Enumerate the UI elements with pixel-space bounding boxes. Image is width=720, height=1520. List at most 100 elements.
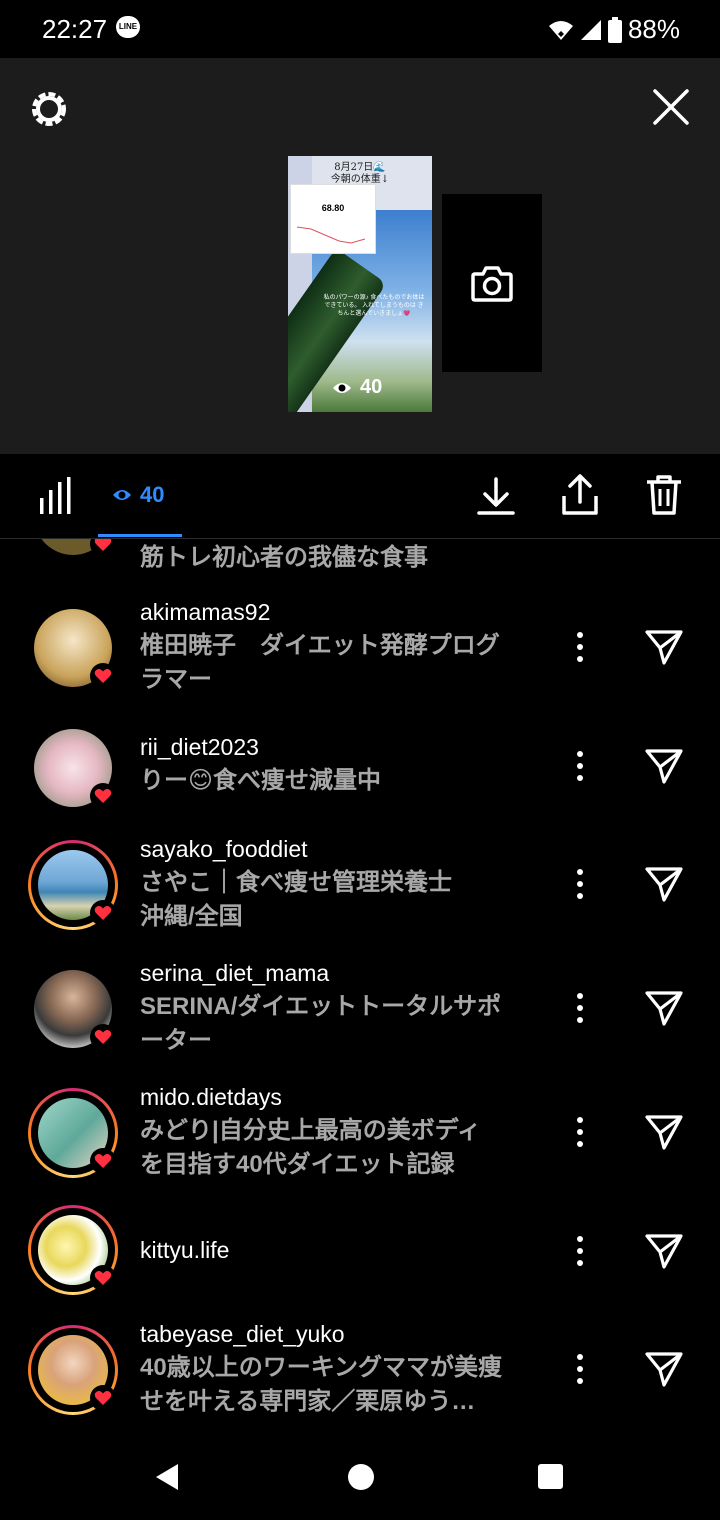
paper-plane-icon <box>645 991 683 1026</box>
list-item[interactable]: akimamas92 椎田暁子 ダイエット発酵プログラマー <box>0 599 720 709</box>
avatar[interactable] <box>28 1325 118 1415</box>
system-icons: 88% <box>548 14 680 45</box>
send-message-button[interactable] <box>644 988 684 1028</box>
send-message-button[interactable] <box>644 1231 684 1271</box>
viewer-fullname: 椎田暁子 ダイエット発酵プログラマー <box>140 632 500 693</box>
viewer-username[interactable]: sayako_fooddiet <box>140 836 308 863</box>
bar-chart-icon <box>40 477 71 514</box>
more-vertical-icon <box>577 1354 583 1384</box>
list-item[interactable]: mido.dietdays みどり|自分史上最高の美ボディを目指す40代ダイエッ… <box>0 1084 720 1194</box>
like-heart-badge <box>90 1148 116 1174</box>
more-options-button[interactable] <box>570 866 590 902</box>
story-action-bar: 40 <box>0 454 720 539</box>
back-triangle-icon <box>156 1464 178 1490</box>
paper-plane-icon <box>645 630 683 665</box>
heart-icon <box>94 1154 112 1168</box>
avatar[interactable] <box>28 1205 118 1295</box>
paper-plane-icon <box>645 867 683 902</box>
heart-icon <box>94 669 112 683</box>
battery-icon <box>607 16 622 43</box>
heart-icon <box>94 1271 112 1285</box>
tab-viewers[interactable]: 40 <box>112 482 164 508</box>
like-heart-badge <box>90 1024 116 1050</box>
like-heart-badge <box>90 1385 116 1411</box>
heart-icon <box>94 789 112 803</box>
viewer-username[interactable]: akimamas92 <box>140 599 270 626</box>
download-icon <box>477 477 515 515</box>
status-bar: 22:27 LINE 88% <box>0 0 720 58</box>
camera-icon <box>471 266 513 302</box>
more-options-button[interactable] <box>570 1233 590 1269</box>
like-heart-badge <box>90 1265 116 1291</box>
download-button[interactable] <box>476 476 516 516</box>
heart-icon <box>94 1030 112 1044</box>
avatar[interactable] <box>28 840 118 930</box>
nav-home-button[interactable] <box>348 1464 374 1490</box>
list-item[interactable]: sayako_fooddiet さやこ｜食べ痩せ管理栄養士 沖縄/全国 <box>0 836 720 946</box>
more-vertical-icon <box>577 993 583 1023</box>
nav-back-button[interactable] <box>154 1462 180 1497</box>
viewer-fullname: SERINA/ダイエットトータルサポーター <box>140 993 502 1054</box>
viewer-username[interactable]: mido.dietdays <box>140 1084 282 1111</box>
more-vertical-icon <box>577 751 583 781</box>
heart-icon <box>94 539 112 551</box>
viewer-username[interactable]: kittyu.life <box>140 1237 229 1264</box>
more-options-button[interactable] <box>570 1114 590 1150</box>
viewer-fullname: さやこ｜食べ痩せ管理栄養士 沖縄/全国 <box>140 869 452 930</box>
more-options-button[interactable] <box>570 748 590 784</box>
battery-percent: 88% <box>627 14 680 44</box>
viewer-fullname: 40歳以上のワーキングママが美痩せを叶える専門家／栗原ゆう… <box>140 1354 502 1415</box>
story-preview-area: 8月27日🌊 今朝の体重↓ 68.80 私のパワーの源♪ 食べたものでお体はでき… <box>0 58 720 512</box>
share-icon <box>562 474 598 515</box>
signal-icon <box>580 19 601 40</box>
list-item[interactable]: kittyu.life <box>0 1205 720 1309</box>
system-navigation-bar <box>0 1438 720 1520</box>
send-message-button[interactable] <box>644 1112 684 1152</box>
share-button[interactable] <box>560 474 600 516</box>
viewer-username[interactable]: serina_diet_mama <box>140 960 329 987</box>
send-message-button[interactable] <box>644 864 684 904</box>
avatar[interactable] <box>32 968 116 1050</box>
like-heart-badge <box>90 663 116 689</box>
send-message-button[interactable] <box>644 627 684 667</box>
settings-button[interactable] <box>28 88 70 130</box>
paper-plane-icon <box>645 1352 683 1387</box>
more-options-button[interactable] <box>570 1351 590 1387</box>
viewer-username[interactable]: tabeyase_diet_yuko <box>140 1321 345 1348</box>
close-button[interactable] <box>650 86 692 128</box>
line-notification-icon: LINE <box>116 16 140 38</box>
nav-recent-apps-button[interactable] <box>538 1464 563 1489</box>
insights-button[interactable] <box>38 476 74 516</box>
add-story-button[interactable] <box>442 194 542 372</box>
paper-plane-icon <box>645 1234 683 1269</box>
list-item[interactable]: rii_diet2023 りー😊食べ痩せ減量中 <box>0 729 720 844</box>
heart-icon <box>94 906 112 920</box>
story-thumbnail[interactable]: 8月27日🌊 今朝の体重↓ 68.80 私のパワーの源♪ 食べたものでお体はでき… <box>288 156 432 412</box>
paper-plane-icon <box>645 1115 683 1150</box>
viewer-fullname: 筋トレ初心者の我儘な食事 <box>140 544 428 571</box>
list-item[interactable]: tabeyase_diet_yuko 40歳以上のワーキングママが美痩せを叶える… <box>0 1321 720 1431</box>
eye-icon <box>333 382 351 393</box>
more-vertical-icon <box>577 632 583 662</box>
avatar[interactable] <box>28 1088 118 1178</box>
avatar[interactable] <box>32 607 116 689</box>
more-options-button[interactable] <box>570 990 590 1026</box>
list-item[interactable]: 筋トレ初心者の我儘な食事 <box>0 539 720 575</box>
list-item[interactable]: serina_diet_mama SERINA/ダイエットトータルサポーター <box>0 960 720 1070</box>
more-vertical-icon <box>577 1236 583 1266</box>
tab-active-indicator <box>98 534 182 537</box>
story-subtitle: 今朝の体重↓ <box>330 174 390 185</box>
more-options-button[interactable] <box>570 629 590 665</box>
viewer-username[interactable]: rii_diet2023 <box>140 734 259 761</box>
like-heart-badge <box>90 783 116 809</box>
story-view-count: 40 <box>332 376 382 399</box>
avatar[interactable] <box>32 727 116 809</box>
gear-icon <box>32 92 66 126</box>
send-message-button[interactable] <box>644 1349 684 1389</box>
like-heart-badge <box>90 900 116 926</box>
send-message-button[interactable] <box>644 746 684 786</box>
close-icon <box>653 89 689 125</box>
delete-button[interactable] <box>644 474 684 516</box>
viewers-list[interactable]: 筋トレ初心者の我儘な食事 akimamas92 椎田暁子 ダイエット発酵プログラ… <box>0 539 720 1439</box>
avatar[interactable] <box>32 539 116 557</box>
